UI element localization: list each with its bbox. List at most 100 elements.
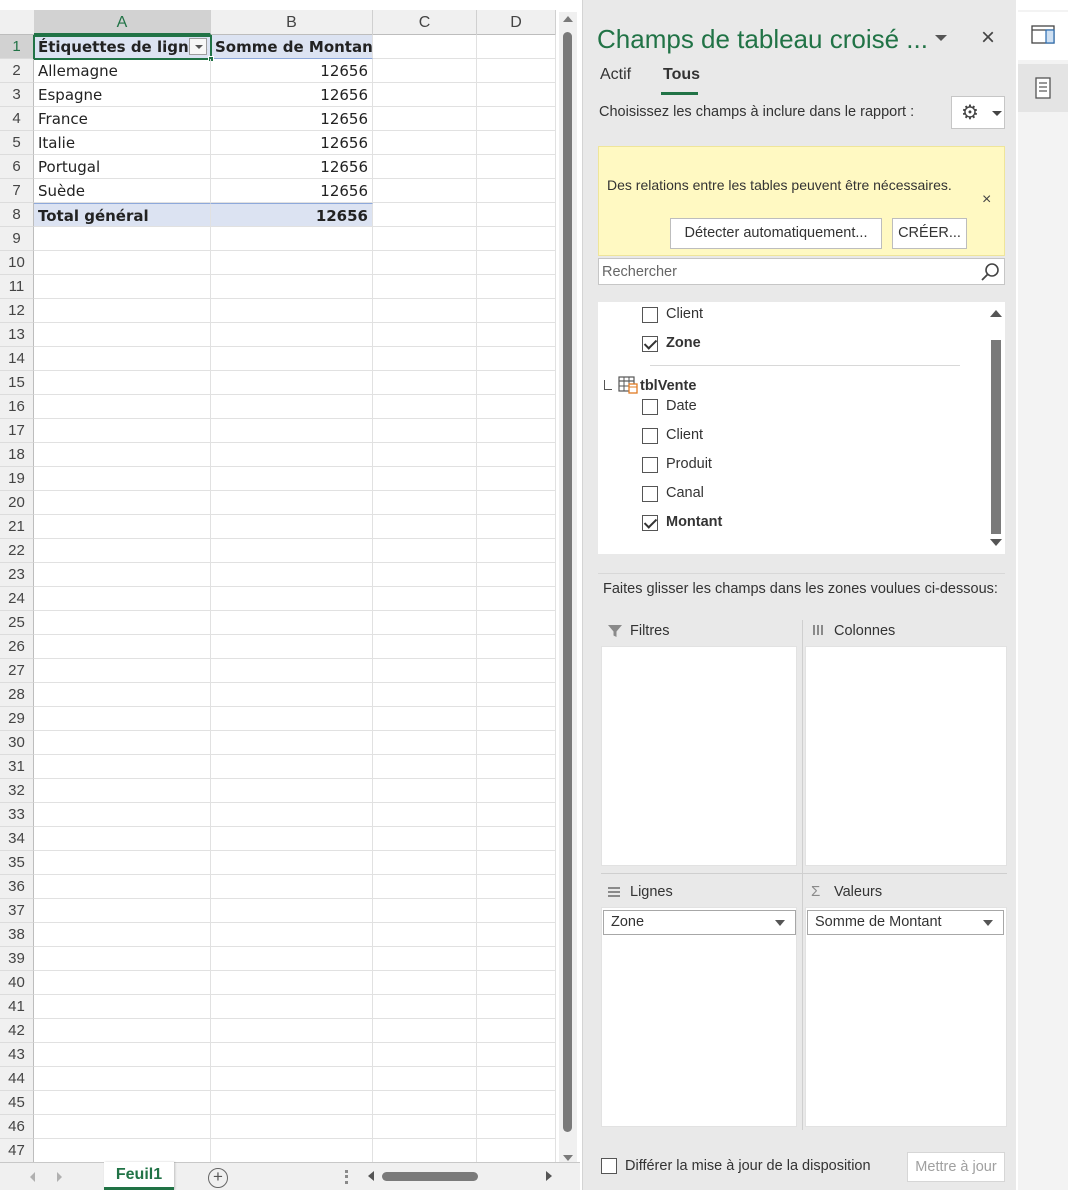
scroll-up-icon[interactable] (563, 16, 573, 22)
cell-c[interactable] (373, 275, 477, 299)
cell-d[interactable] (477, 107, 556, 131)
add-sheet-button[interactable]: + (208, 1168, 228, 1188)
cell-b[interactable] (211, 227, 373, 251)
cell-b[interactable] (211, 299, 373, 323)
cell-d[interactable] (477, 299, 556, 323)
cell-d[interactable] (477, 683, 556, 707)
scroll-up-icon[interactable] (990, 310, 1002, 317)
row-header[interactable]: 45 (0, 1091, 34, 1115)
row-header[interactable]: 8 (0, 203, 34, 227)
cell-b[interactable] (211, 611, 373, 635)
tab-actif[interactable]: Actif (600, 66, 631, 84)
cell-c[interactable] (373, 59, 477, 83)
chevron-down-icon[interactable] (983, 920, 993, 926)
cell-a[interactable] (34, 491, 211, 515)
cell-c[interactable] (373, 347, 477, 371)
values-field-chip[interactable]: Somme de Montant (807, 910, 1004, 935)
cell-a[interactable] (34, 1139, 211, 1163)
field-list-scrollbar[interactable] (986, 302, 1005, 554)
row-header[interactable]: 9 (0, 227, 34, 251)
row-header[interactable]: 44 (0, 1067, 34, 1091)
cell-b[interactable] (211, 995, 373, 1019)
pivot-row-label[interactable]: Suède (34, 179, 211, 203)
cell-c[interactable] (373, 371, 477, 395)
collapse-icon[interactable] (604, 380, 612, 390)
cell-b[interactable] (211, 635, 373, 659)
cell-b[interactable] (211, 515, 373, 539)
row-header[interactable]: 20 (0, 491, 34, 515)
search-icon[interactable] (980, 262, 1000, 282)
cell-b[interactable] (211, 803, 373, 827)
cell-d[interactable] (477, 995, 556, 1019)
cell-b[interactable] (211, 1115, 373, 1139)
cell-c[interactable] (373, 731, 477, 755)
cell-c[interactable] (373, 875, 477, 899)
rows-drop-area[interactable]: Zone (601, 907, 797, 1127)
cell-d[interactable] (477, 155, 556, 179)
row-header[interactable]: 10 (0, 251, 34, 275)
cell-d[interactable] (477, 251, 556, 275)
vertical-scroll-thumb[interactable] (563, 32, 572, 1132)
cell-c[interactable] (373, 611, 477, 635)
row-header[interactable]: 16 (0, 395, 34, 419)
cell-a[interactable] (34, 923, 211, 947)
cell-a[interactable] (34, 971, 211, 995)
cell-b[interactable] (211, 731, 373, 755)
cell-a[interactable] (34, 1091, 211, 1115)
cell-b[interactable] (211, 419, 373, 443)
pivot-row-label[interactable]: Allemagne (34, 59, 211, 83)
cell-a[interactable] (34, 539, 211, 563)
row-header[interactable]: 32 (0, 779, 34, 803)
cell-d[interactable] (477, 731, 556, 755)
cell-b[interactable] (211, 1067, 373, 1091)
row-header[interactable]: 43 (0, 1043, 34, 1067)
cell-d[interactable] (477, 83, 556, 107)
column-header-d[interactable]: D (477, 10, 556, 35)
cell-c[interactable] (373, 563, 477, 587)
scroll-down-icon[interactable] (563, 1155, 573, 1161)
field-checkbox[interactable] (642, 399, 658, 415)
cell-c[interactable] (373, 395, 477, 419)
cell-c[interactable] (373, 35, 477, 59)
cell-a[interactable] (34, 251, 211, 275)
cell-b[interactable] (211, 491, 373, 515)
cell-b[interactable] (211, 275, 373, 299)
row-labels-filter-button[interactable] (189, 38, 207, 55)
row-header[interactable]: 23 (0, 563, 34, 587)
filters-drop-area[interactable] (601, 646, 797, 866)
cell-c[interactable] (373, 755, 477, 779)
pane-options-chevron-down-icon[interactable] (933, 30, 949, 46)
cell-b[interactable] (211, 923, 373, 947)
row-header[interactable]: 40 (0, 971, 34, 995)
row-header[interactable]: 47 (0, 1139, 34, 1163)
cell-d[interactable] (477, 227, 556, 251)
column-header-c[interactable]: C (373, 10, 477, 35)
row-header[interactable]: 33 (0, 803, 34, 827)
cell-c[interactable] (373, 155, 477, 179)
row-header[interactable]: 27 (0, 659, 34, 683)
row-header[interactable]: 21 (0, 515, 34, 539)
cell-c[interactable] (373, 995, 477, 1019)
next-sheet-icon[interactable] (57, 1172, 62, 1182)
cell-b[interactable] (211, 827, 373, 851)
cell-c[interactable] (373, 179, 477, 203)
cell-c[interactable] (373, 443, 477, 467)
cell-c[interactable] (373, 83, 477, 107)
cell-c[interactable] (373, 323, 477, 347)
cell-b[interactable] (211, 683, 373, 707)
cell-d[interactable] (477, 755, 556, 779)
cell-d[interactable] (477, 179, 556, 203)
horizontal-scroll-thumb[interactable] (382, 1172, 478, 1181)
cell-a[interactable] (34, 827, 211, 851)
cell-c[interactable] (373, 419, 477, 443)
cell-d[interactable] (477, 323, 556, 347)
cell-d[interactable] (477, 203, 556, 227)
row-header[interactable]: 30 (0, 731, 34, 755)
cell-c[interactable] (373, 539, 477, 563)
cell-d[interactable] (477, 563, 556, 587)
row-header[interactable]: 6 (0, 155, 34, 179)
field-checkbox[interactable] (642, 307, 658, 323)
cell-a[interactable] (34, 371, 211, 395)
cell-a[interactable] (34, 611, 211, 635)
cell-b[interactable] (211, 707, 373, 731)
